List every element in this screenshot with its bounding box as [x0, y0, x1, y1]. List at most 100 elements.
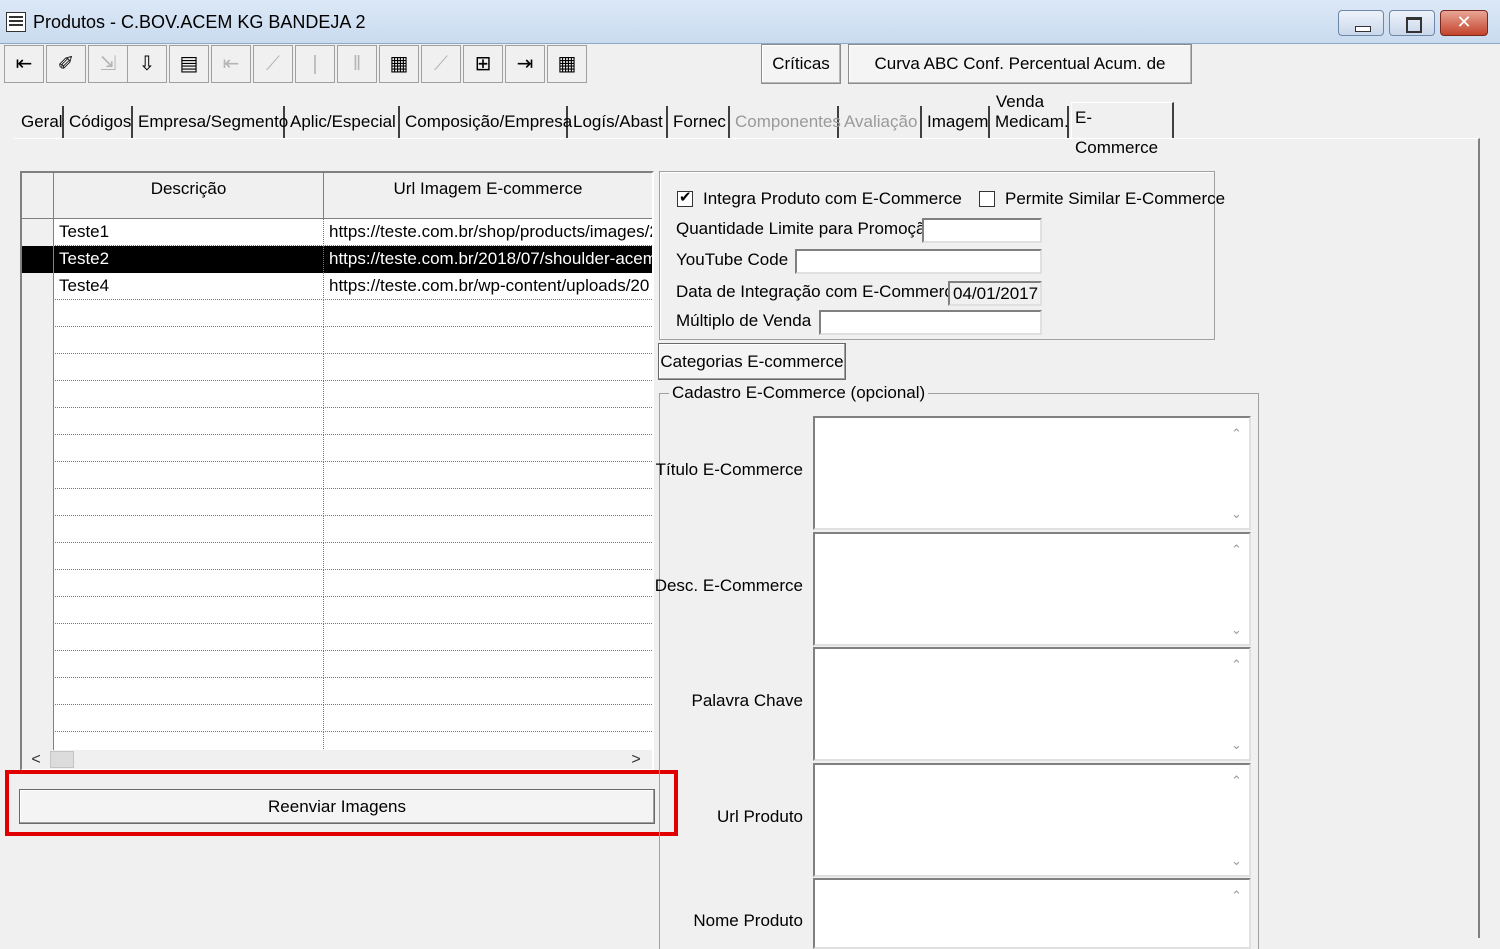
cell-url[interactable] [324, 678, 652, 705]
row-indicator[interactable] [22, 678, 54, 705]
tab-fornec[interactable]: Fornec [670, 106, 730, 138]
data-integracao-field[interactable]: 04/01/2017 [948, 281, 1042, 306]
exit-button[interactable]: ⇤ [4, 45, 44, 83]
column-header-url[interactable]: Url Imagem E-commerce [324, 173, 652, 219]
tab-imagem[interactable]: Imagem [924, 106, 990, 138]
cell-url[interactable] [324, 705, 652, 732]
chart-button[interactable]: ⟋ [421, 45, 461, 83]
cell-url[interactable] [324, 435, 652, 462]
table-row-empty[interactable] [22, 435, 652, 462]
table-row-empty[interactable] [22, 408, 652, 435]
table-row-empty[interactable] [22, 354, 652, 381]
row-indicator[interactable] [22, 408, 54, 435]
qtd-limite-field[interactable] [922, 218, 1042, 243]
scroll-up-icon[interactable]: ⌃ [1226, 542, 1247, 558]
row-indicator[interactable] [22, 516, 54, 543]
multiplo-field[interactable] [819, 310, 1042, 335]
tab-medicam[interactable]: Medicam. [992, 106, 1069, 138]
cell-descricao[interactable] [54, 354, 324, 381]
table-row-empty[interactable] [22, 678, 652, 705]
scroll-up-icon[interactable]: ⌃ [1226, 426, 1247, 442]
cell-url[interactable] [324, 462, 652, 489]
cell-descricao[interactable]: Teste1 [54, 219, 324, 246]
table-row-empty[interactable] [22, 489, 652, 516]
row-indicator[interactable] [22, 300, 54, 327]
transfer-button[interactable]: ⇥ [505, 45, 545, 83]
vertical-scrollbar[interactable]: ⌃ ⌄ [1226, 420, 1247, 526]
cell-descricao[interactable] [54, 300, 324, 327]
close-button[interactable]: ✕ [1440, 10, 1488, 36]
table-row-empty[interactable] [22, 624, 652, 651]
cell-descricao[interactable] [54, 624, 324, 651]
row-indicator[interactable] [22, 651, 54, 678]
tab-aplic-especial[interactable]: Aplic/Especial [287, 106, 400, 138]
row-indicator[interactable] [22, 327, 54, 354]
cell-url[interactable] [324, 543, 652, 570]
row-indicator[interactable] [22, 219, 54, 246]
row-indicator[interactable] [22, 354, 54, 381]
curva-abc-button[interactable]: Curva ABC Conf. Percentual Acum. de Vend… [848, 44, 1192, 111]
table-row-empty[interactable] [22, 543, 652, 570]
tab-geral[interactable]: Geral [18, 106, 64, 138]
add-button[interactable]: ⊞ [463, 45, 503, 83]
list-button[interactable]: ▦ [379, 45, 419, 83]
row-indicator[interactable] [22, 462, 54, 489]
cell-url[interactable] [324, 408, 652, 435]
cell-descricao[interactable] [54, 543, 324, 570]
criticas-button[interactable]: Críticas [761, 44, 841, 84]
tab-empresa-segmento[interactable]: Empresa/Segmento [135, 106, 288, 138]
scroll-down-icon[interactable]: ⌄ [1226, 853, 1247, 869]
tab-e-commerce[interactable]: E-Commerce [1071, 102, 1174, 157]
vertical-scrollbar[interactable]: ⌃ ⌄ [1226, 651, 1247, 757]
cell-url[interactable]: https://teste.com.br/shop/products/image… [324, 219, 652, 246]
row-indicator[interactable] [22, 543, 54, 570]
column-header-descricao[interactable]: Descrição [54, 173, 324, 219]
cell-url[interactable] [324, 516, 652, 543]
row-indicator[interactable] [22, 489, 54, 516]
table-row-empty[interactable] [22, 327, 652, 354]
cell-descricao[interactable] [54, 705, 324, 732]
table-row-empty[interactable] [22, 516, 652, 543]
cell-descricao[interactable] [54, 651, 324, 678]
table-row-empty[interactable] [22, 462, 652, 489]
row-indicator[interactable] [22, 705, 54, 732]
table-row-empty[interactable] [22, 651, 652, 678]
table-row-empty[interactable] [22, 570, 652, 597]
cell-url[interactable] [324, 570, 652, 597]
maximize-button[interactable] [1389, 10, 1435, 36]
memo-field[interactable]: ⌃ [813, 878, 1251, 949]
memo-field[interactable]: ⌃ ⌄ [813, 532, 1251, 646]
integra-checkbox[interactable] [677, 189, 693, 207]
reenviar-imagens-button[interactable]: Reenviar Imagens [19, 789, 655, 824]
cell-descricao[interactable] [54, 435, 324, 462]
scroll-thumb[interactable] [50, 751, 74, 768]
next-record-button[interactable]: | [295, 45, 335, 83]
table-row[interactable]: Teste2 https://teste.com.br/2018/07/shoul… [22, 246, 652, 273]
scroll-down-icon[interactable]: ⌄ [1226, 506, 1247, 522]
cell-descricao[interactable] [54, 381, 324, 408]
cell-descricao[interactable]: Teste4 [54, 273, 324, 300]
row-indicator[interactable] [22, 435, 54, 462]
table-row-empty[interactable] [22, 300, 652, 327]
scroll-down-icon[interactable]: ⌄ [1226, 737, 1247, 753]
cell-descricao[interactable] [54, 678, 324, 705]
scroll-right-icon[interactable]: > [625, 750, 647, 769]
cell-descricao[interactable]: Teste2 [54, 246, 324, 273]
table-row-empty[interactable] [22, 705, 652, 732]
cell-descricao[interactable] [54, 570, 324, 597]
tab-composicao-empresa[interactable]: Composição/Empresa [402, 106, 572, 138]
cell-url[interactable] [324, 651, 652, 678]
row-indicator[interactable] [22, 273, 54, 300]
scroll-down-icon[interactable]: ⌄ [1226, 622, 1247, 638]
print-button[interactable]: ▤ [169, 45, 209, 83]
image-grid[interactable]: Descrição Url Imagem E-commerce Teste1 ht… [20, 171, 654, 771]
minimize-button[interactable] [1338, 10, 1384, 36]
cell-descricao[interactable] [54, 597, 324, 624]
memo-field[interactable]: ⌃ ⌄ [813, 647, 1251, 761]
cell-descricao[interactable] [54, 462, 324, 489]
row-indicator[interactable] [22, 624, 54, 651]
move-button[interactable]: ⇲ [88, 45, 128, 83]
scroll-up-icon[interactable]: ⌃ [1226, 888, 1247, 904]
scroll-left-icon[interactable]: < [25, 750, 47, 769]
cell-url[interactable] [324, 300, 652, 327]
